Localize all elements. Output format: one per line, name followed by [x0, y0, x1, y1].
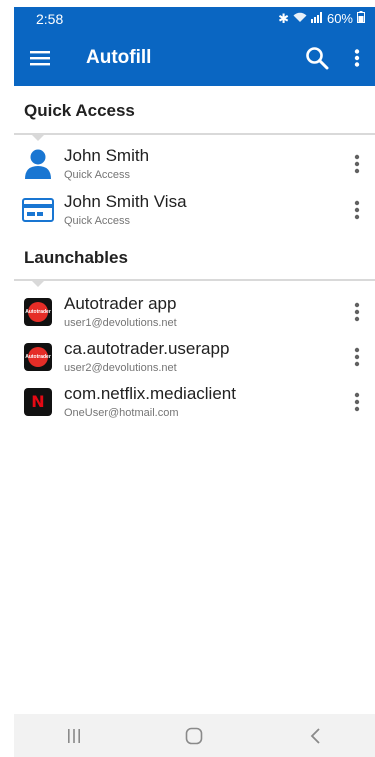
signal-icon: [310, 11, 323, 26]
item-name: com.netflix.mediaclient: [64, 383, 236, 403]
status-bar: 2:58 ✱ 60%: [14, 7, 375, 30]
item-menu-button[interactable]: [339, 289, 375, 334]
search-button[interactable]: [295, 30, 339, 86]
item-subtitle: Quick Access: [64, 214, 131, 227]
section-divider: [14, 279, 375, 287]
wifi-icon: [293, 11, 307, 26]
section-header-launchables: Launchables: [24, 248, 128, 267]
more-vert-icon: [354, 302, 360, 321]
list-item[interactable]: Autotrader Autotrader app user1@devoluti…: [14, 289, 375, 334]
item-name: ca.autotrader.userapp: [64, 338, 230, 358]
section-divider: [14, 133, 375, 141]
item-subtitle: Quick Access: [64, 168, 131, 181]
menu-button[interactable]: [14, 30, 66, 86]
more-vert-icon: [354, 347, 360, 366]
more-vert-icon: [354, 49, 360, 67]
app-bar: Autofill: [14, 30, 375, 86]
search-icon: [306, 47, 329, 70]
hamburger-icon: [30, 51, 50, 66]
status-time: 2:58: [36, 10, 64, 27]
recents-icon: [68, 728, 81, 743]
item-name: John Smith Visa: [64, 191, 187, 211]
bluetooth-icon: ✱: [278, 10, 289, 26]
list-item[interactable]: John Smith Visa Quick Access: [14, 187, 375, 232]
item-menu-button[interactable]: [339, 187, 375, 232]
item-menu-button[interactable]: [339, 379, 375, 424]
netflix-icon: N: [24, 387, 52, 416]
item-subtitle: OneUser@hotmail.com: [64, 406, 179, 419]
item-subtitle: user2@devolutions.net: [64, 361, 177, 374]
more-vert-icon: [354, 392, 360, 411]
autotrader-icon: Autotrader: [24, 342, 52, 371]
recents-button[interactable]: [44, 714, 104, 757]
home-button[interactable]: [164, 714, 224, 757]
more-vert-icon: [354, 200, 360, 219]
battery-level: 60%: [326, 11, 353, 26]
user-icon: [25, 149, 51, 179]
home-icon: [186, 727, 203, 744]
more-vert-icon: [354, 154, 360, 173]
item-subtitle: user1@devolutions.net: [64, 316, 177, 329]
back-icon: [310, 727, 320, 744]
page-title: Autofill: [86, 47, 152, 68]
item-menu-button[interactable]: [339, 141, 375, 186]
section-header-quick-access: Quick Access: [24, 101, 135, 120]
list-item[interactable]: N com.netflix.mediaclient OneUser@hotmai…: [14, 379, 375, 424]
credit-card-icon: [22, 197, 54, 222]
system-nav-bar: [14, 714, 375, 757]
autotrader-icon: Autotrader: [24, 297, 52, 326]
item-menu-button[interactable]: [339, 334, 375, 379]
item-name: Autotrader app: [64, 293, 177, 313]
status-icons: ✱ 60%: [278, 11, 365, 27]
overflow-menu-button[interactable]: [339, 30, 375, 86]
battery-icon: [357, 11, 365, 26]
list-item[interactable]: Autotrader ca.autotrader.userapp user2@d…: [14, 334, 375, 379]
item-name: John Smith: [64, 145, 150, 165]
back-button[interactable]: [285, 714, 345, 757]
list-item[interactable]: John Smith Quick Access: [14, 141, 375, 186]
